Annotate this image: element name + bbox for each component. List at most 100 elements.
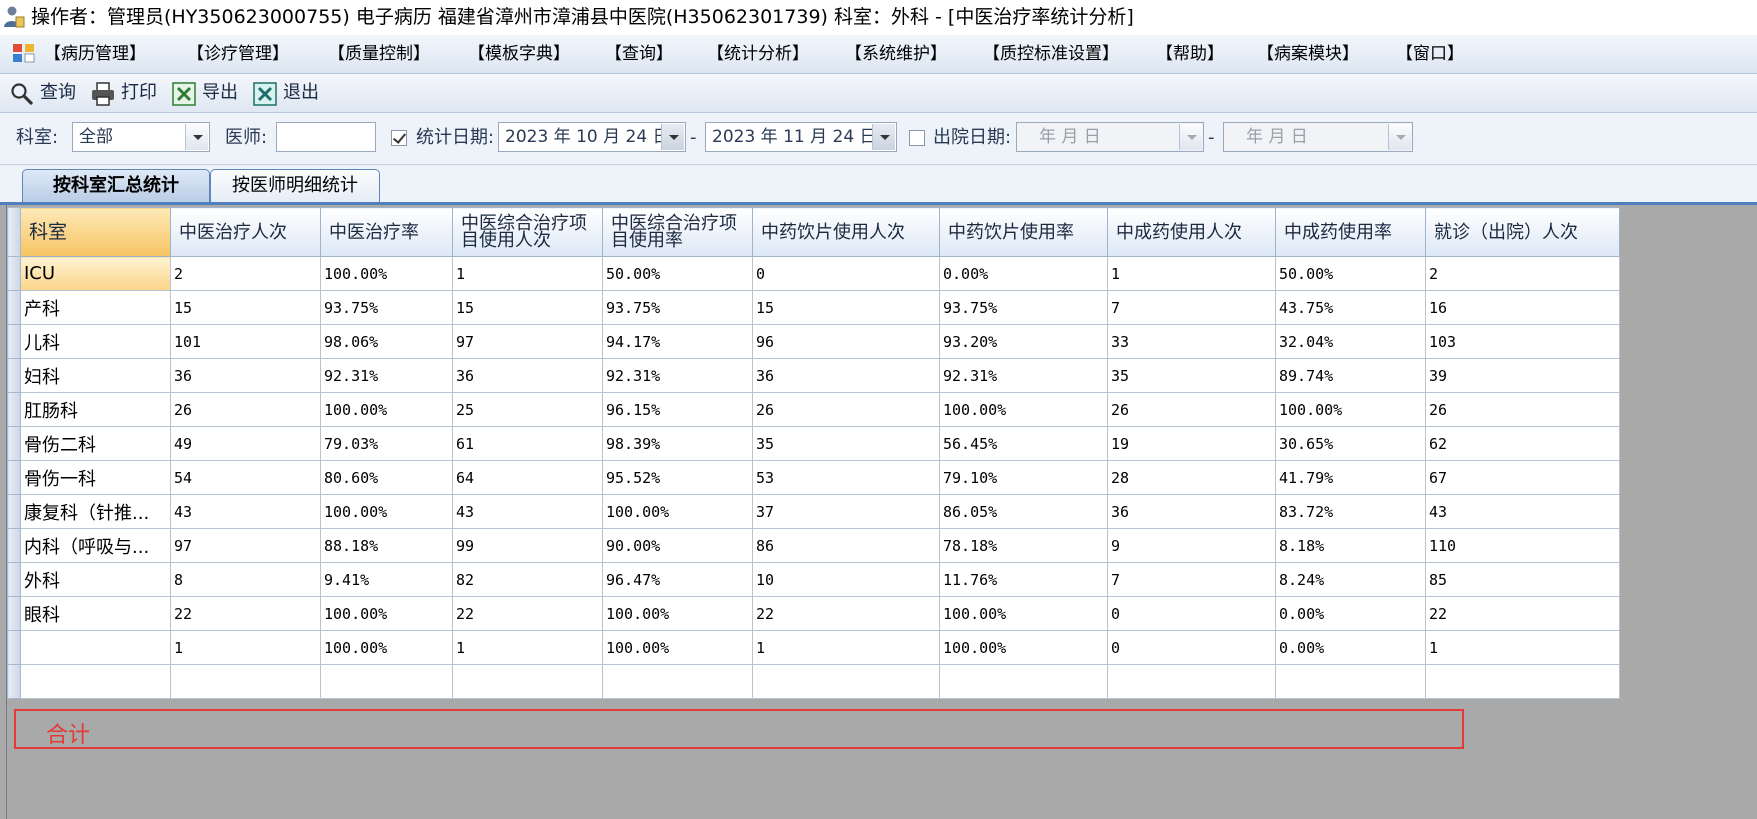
table-row[interactable]: ICU 2 100.00% 1 50.00% 0 0.00% 1 50.00% 2 <box>7 256 1620 291</box>
row-selector[interactable] <box>7 290 21 325</box>
table-cell[interactable]: 11.76% <box>939 562 1108 597</box>
column-header[interactable]: 中医治疗人次 <box>170 207 321 257</box>
table-row[interactable] <box>7 664 1620 699</box>
table-cell[interactable]: 62 <box>1425 426 1620 461</box>
table-row[interactable]: 内科（呼吸与... 97 88.18% 99 90.00% 86 78.18% 9 8.18% 1… <box>7 528 1620 563</box>
table-cell[interactable]: 96.47% <box>602 562 753 597</box>
table-cell[interactable]: 37 <box>752 494 940 529</box>
dept-cell[interactable]: 肛肠科 <box>20 392 171 427</box>
table-cell[interactable]: 1 <box>1107 256 1276 291</box>
table-cell[interactable]: 83.72% <box>1275 494 1426 529</box>
table-cell[interactable] <box>320 664 453 699</box>
tab-doctor-detail[interactable]: 按医师明细统计 <box>210 169 380 202</box>
table-row[interactable]: 外科 8 9.41% 82 96.47% 10 11.76% 7 8.24% 85 <box>7 562 1620 597</box>
table-cell[interactable] <box>602 664 753 699</box>
table-cell[interactable]: 50.00% <box>1275 256 1426 291</box>
table-cell[interactable] <box>452 664 603 699</box>
dept-select[interactable]: 全部 <box>72 122 210 152</box>
table-cell[interactable]: 19 <box>1107 426 1276 461</box>
dept-cell[interactable]: 产科 <box>20 290 171 325</box>
table-cell[interactable]: 0 <box>1107 630 1276 665</box>
menu-system-maintenance[interactable]: 【系统维护】 <box>845 35 947 73</box>
table-cell[interactable]: 100.00% <box>320 494 453 529</box>
table-cell[interactable]: 30.65% <box>1275 426 1426 461</box>
table-cell[interactable]: 78.18% <box>939 528 1108 563</box>
table-cell[interactable]: 7 <box>1107 290 1276 325</box>
row-selector[interactable] <box>7 664 21 699</box>
table-cell[interactable]: 97 <box>452 324 603 359</box>
table-row[interactable]: 1 100.00% 1 100.00% 1 100.00% 0 0.00% 1 <box>7 630 1620 665</box>
discharge-date-to-picker[interactable]: 年 月 日 <box>1223 122 1413 152</box>
column-header[interactable]: 中医治疗率 <box>320 207 453 257</box>
table-cell[interactable] <box>170 664 321 699</box>
row-selector[interactable] <box>7 528 21 563</box>
table-cell[interactable]: 36 <box>170 358 321 393</box>
table-cell[interactable]: 100.00% <box>602 630 753 665</box>
table-cell[interactable]: 0.00% <box>939 256 1108 291</box>
table-cell[interactable]: 2 <box>170 256 321 291</box>
discharge-date-checkbox[interactable] <box>909 130 925 146</box>
table-cell[interactable]: 35 <box>752 426 940 461</box>
stat-date-from-picker[interactable]: 2023 年 10 月 24 日 <box>498 122 686 152</box>
table-cell[interactable]: 9 <box>1107 528 1276 563</box>
table-cell[interactable]: 2 <box>1425 256 1620 291</box>
table-cell[interactable]: 85 <box>1425 562 1620 597</box>
dept-cell[interactable]: 眼科 <box>20 596 171 631</box>
query-button[interactable]: 查询 <box>10 78 80 108</box>
table-cell[interactable]: 94.17% <box>602 324 753 359</box>
dept-cell[interactable]: ICU <box>20 256 171 291</box>
table-row[interactable]: 眼科 22 100.00% 22 100.00% 22 100.00% 0 0.00% 22 <box>7 596 1620 631</box>
table-cell[interactable]: 96 <box>752 324 940 359</box>
table-cell[interactable]: 10 <box>752 562 940 597</box>
table-cell[interactable]: 79.10% <box>939 460 1108 495</box>
table-cell[interactable]: 79.03% <box>320 426 453 461</box>
table-cell[interactable]: 100.00% <box>602 494 753 529</box>
menu-diagnosis-treatment[interactable]: 【诊疗管理】 <box>187 35 289 73</box>
table-row[interactable]: 康复科（针推... 43 100.00% 43 100.00% 37 86.05% 36 83.… <box>7 494 1620 529</box>
table-cell[interactable]: 80.60% <box>320 460 453 495</box>
export-button[interactable]: 导出 <box>172 78 242 108</box>
table-cell[interactable]: 92.31% <box>602 358 753 393</box>
table-cell[interactable]: 1 <box>1425 630 1620 665</box>
row-selector[interactable] <box>7 494 21 529</box>
menu-case-module[interactable]: 【病案模块】 <box>1257 35 1359 73</box>
table-cell[interactable]: 16 <box>1425 290 1620 325</box>
table-cell[interactable]: 100.00% <box>1275 392 1426 427</box>
table-cell[interactable]: 26 <box>1425 392 1620 427</box>
table-cell[interactable]: 96.15% <box>602 392 753 427</box>
table-cell[interactable]: 98.06% <box>320 324 453 359</box>
chevron-down-icon[interactable] <box>1179 124 1202 150</box>
table-cell[interactable]: 43 <box>452 494 603 529</box>
row-selector[interactable] <box>7 596 21 631</box>
table-cell[interactable]: 1 <box>452 630 603 665</box>
table-cell[interactable]: 43 <box>1425 494 1620 529</box>
table-cell[interactable]: 0.00% <box>1275 596 1426 631</box>
table-cell[interactable]: 0 <box>752 256 940 291</box>
table-cell[interactable]: 100.00% <box>320 630 453 665</box>
table-cell[interactable]: 86.05% <box>939 494 1108 529</box>
column-header[interactable]: 就诊（出院）人次 <box>1425 207 1620 257</box>
table-cell[interactable]: 1 <box>752 630 940 665</box>
table-cell[interactable] <box>1425 664 1620 699</box>
table-cell[interactable]: 15 <box>452 290 603 325</box>
menu-template-dictionary[interactable]: 【模板字典】 <box>468 35 570 73</box>
table-cell[interactable]: 99 <box>452 528 603 563</box>
row-selector[interactable] <box>7 460 21 495</box>
column-header[interactable]: 中医综合治疗项目使用人次 <box>452 207 603 257</box>
chevron-down-icon[interactable] <box>185 124 208 150</box>
print-button[interactable]: 打印 <box>91 78 161 108</box>
tab-dept-summary[interactable]: 按科室汇总统计 <box>22 169 210 202</box>
table-cell[interactable]: 97 <box>170 528 321 563</box>
stat-date-checkbox[interactable] <box>391 130 407 146</box>
table-cell[interactable]: 8.24% <box>1275 562 1426 597</box>
menu-quality-control[interactable]: 【质量控制】 <box>328 35 430 73</box>
table-cell[interactable]: 64 <box>452 460 603 495</box>
dept-cell[interactable]: 内科（呼吸与... <box>20 528 171 563</box>
table-cell[interactable]: 32.04% <box>1275 324 1426 359</box>
row-selector[interactable] <box>7 630 21 665</box>
table-cell[interactable]: 15 <box>170 290 321 325</box>
table-cell[interactable]: 1 <box>452 256 603 291</box>
table-cell[interactable]: 35 <box>1107 358 1276 393</box>
table-cell[interactable]: 36 <box>1107 494 1276 529</box>
chevron-down-icon[interactable] <box>1388 124 1411 150</box>
